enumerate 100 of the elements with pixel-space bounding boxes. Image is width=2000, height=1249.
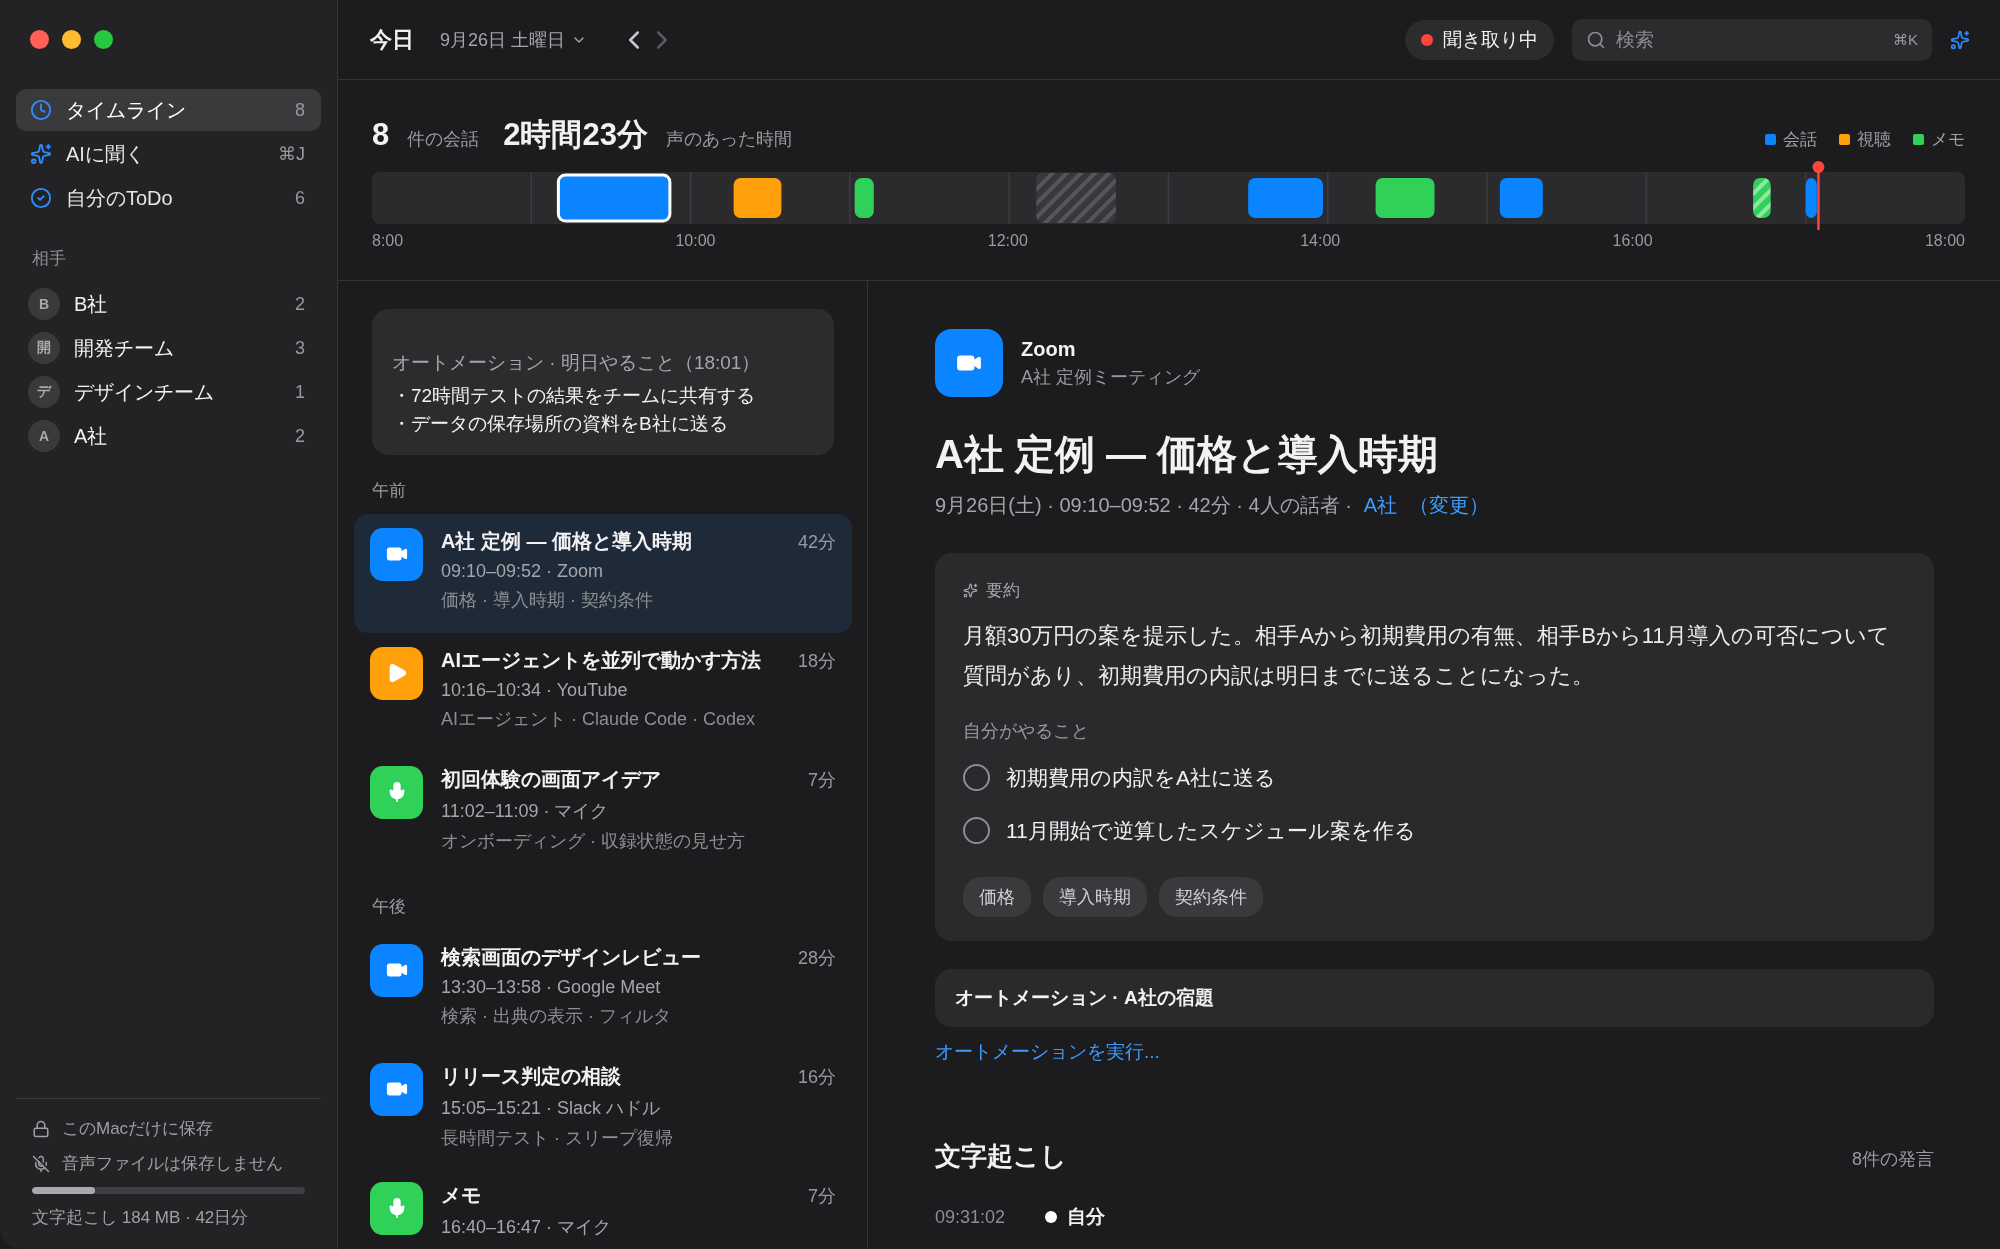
conversation-count: 8 [372, 117, 390, 153]
video-icon [370, 1062, 423, 1116]
summary-label: 要約 [986, 580, 1020, 602]
check-circle-icon [30, 187, 52, 209]
duration: 18分 [797, 649, 836, 673]
sidebar-item[interactable]: タイムライン 8 [16, 89, 321, 131]
timeline-segment[interactable] [1499, 178, 1543, 218]
sparkle-icon[interactable] [1950, 29, 1970, 50]
timestamp: 09:31:02 [935, 1206, 1006, 1228]
timeline-segment[interactable] [733, 178, 782, 218]
contact-item[interactable]: デ デザインチーム 1 [16, 370, 321, 414]
conversation-tags: AIエージェント · Claude Code · Codex [441, 706, 836, 731]
app-subtitle: A社 定例ミーティング [1021, 365, 1200, 389]
todo-checkbox[interactable] [963, 764, 990, 792]
search-icon [1586, 29, 1606, 50]
contact-item[interactable]: 開 開発チーム 3 [16, 326, 321, 370]
speaker-dot [1045, 1211, 1058, 1224]
search-field[interactable]: 検索 ⌘K [1572, 18, 1932, 61]
time-tick: 14:00 [1300, 232, 1341, 250]
automation-title: オートメーション · 明日やること（18:01） [392, 351, 762, 375]
sidebar-item[interactable]: AIに聞く ⌘J [16, 133, 321, 175]
conversation-title: A社 定例 — 価格と導入時期 [441, 528, 693, 554]
conversation-item[interactable]: A社 定例 — 価格と導入時期 42分 09:10–09:52 · Zoom 価格 · 導入時期 · 契約条件 [354, 513, 852, 633]
time-tick: 12:00 [987, 232, 1028, 250]
conversation-meta: 16:40–16:47 · マイク [441, 1215, 613, 1239]
stat-label: 件の会話 [407, 128, 480, 151]
conversation-meta: 10:16–10:34 · YouTube [441, 679, 629, 701]
conversation-meta: 11:02–11:09 · マイク [441, 799, 610, 823]
previous-button[interactable] [629, 30, 640, 49]
chevron-right-icon [657, 30, 668, 49]
microphone-icon [370, 1181, 423, 1235]
automation-card[interactable]: オートメーション · A社の宿題 [935, 969, 1934, 1028]
timeline-segment[interactable] [1753, 178, 1771, 218]
conversation-meta: 15:05–15:21 · Slack ハドル [441, 1096, 662, 1120]
page-title: 今日 [370, 25, 414, 54]
conversation-item[interactable]: AIエージェントを並列で動かす方法 18分 10:16–10:34 · YouTube AIエージェント · Claude Code · Codex [354, 632, 852, 752]
conversation-tags: 価格 · 導入時期 · 契約条件 [441, 587, 836, 612]
conversation-tags: オンボーディング · 収録状態の見せ方 [441, 828, 836, 853]
date-picker[interactable]: 9月26日 土曜日 [440, 27, 588, 52]
voice-duration: 2時間23分 [503, 116, 648, 154]
summary-text: 月額30万円の案を提示した。相手Aから初期費用の有無、相手Bから11月導入の可否について質問があり、初期費用の内訳は明日までに送ることになった。 [963, 622, 1891, 690]
conversation-title: 初回体験の画面アイデア [441, 766, 661, 792]
tag: 導入時期 [1043, 877, 1147, 918]
sidebar-item[interactable]: 自分のToDo 6 [16, 177, 321, 219]
todo-label: 初期費用の内訳をA社に送る [1006, 764, 1276, 791]
contact-link[interactable]: A社 [1363, 492, 1398, 519]
shortcut-hint: ⌘K [1893, 30, 1918, 49]
conversation-item[interactable]: 検索画面のデザインレビュー 28分 13:30–13:58 · Google Meet 検索 · 出典の表示 · フィルタ [354, 929, 852, 1049]
time-tick: 10:00 [675, 232, 716, 250]
avatar: デ [28, 376, 60, 408]
timeline-segment[interactable] [556, 173, 672, 223]
timeline-segment[interactable] [1375, 178, 1435, 218]
now-marker [1812, 161, 1825, 230]
automation-line: ・データの保存場所の資料をB社に送る [392, 412, 729, 436]
automation-line: ・72時間テストの結果をチームに共有する [392, 383, 757, 408]
legend-item: メモ [1913, 128, 1965, 151]
time-tick: 8:00 [372, 232, 404, 250]
speaker-name: 自分 [1067, 1205, 1106, 1230]
duration: 7分 [808, 1184, 836, 1208]
conversation-item[interactable]: 初回体験の画面アイデア 7分 11:02–11:09 · マイク オンボーディング · 収録状態の見せ方 [354, 751, 852, 871]
time-tick: 16:00 [1612, 232, 1653, 250]
app-name: Zoom [1021, 337, 1077, 361]
zoom-button[interactable] [94, 30, 113, 49]
search-input[interactable]: 検索 [1616, 28, 1883, 51]
duration: 28分 [797, 946, 836, 970]
avatar: A [28, 420, 60, 452]
todo-checkbox[interactable] [963, 817, 990, 845]
section-heading: 午前 [371, 479, 407, 502]
stat-label: 声のあった時間 [666, 128, 792, 151]
run-automation-link[interactable]: オートメーションを実行... [935, 1039, 1160, 1066]
contact-item[interactable]: B B社 2 [16, 282, 321, 326]
listening-indicator: 聞き取り中 [1405, 19, 1554, 60]
conversation-heading: A社 定例 — 価格と導入時期 [935, 431, 1440, 478]
close-button[interactable] [30, 30, 49, 49]
duration: 16分 [797, 1065, 836, 1089]
avatar: 開 [28, 332, 60, 364]
storage-note: 音声ファイルは保存しません [62, 1153, 283, 1175]
minimize-button[interactable] [62, 30, 81, 49]
conversation-tags: 検索 · 出典の表示 · フィルタ [441, 1003, 836, 1028]
time-tick: 18:00 [1924, 232, 1965, 250]
utterance-count: 8件の発言 [1852, 1148, 1934, 1172]
conversation-title: メモ [441, 1182, 481, 1208]
conversation-item[interactable]: リリース判定の相談 16分 15:05–15:21 · Slack ハドル 長時間テスト · スリープ復帰 [354, 1048, 852, 1168]
storage-note: このMacだけに保存 [62, 1118, 214, 1140]
section-heading: 午後 [371, 895, 407, 918]
tag: 価格 [963, 877, 1031, 918]
conversation-meta: 09:10–09:52 · Zoom [441, 560, 605, 582]
duration: 42分 [797, 530, 836, 554]
timeline-segment[interactable] [1805, 178, 1817, 218]
conversation-meta: 9月26日(土) · 09:10–09:52 · 42分 · 4人の話者 · [935, 493, 1352, 518]
sparkle-icon [963, 583, 978, 598]
conversation-title: AIエージェントを並列で動かす方法 [441, 647, 761, 673]
conversation-item[interactable]: メモ 7分 16:40–16:47 · マイク [354, 1167, 852, 1249]
video-icon [370, 527, 423, 581]
microphone-off-icon [32, 1154, 50, 1173]
transcript-heading: 文字起こし [935, 1140, 1067, 1174]
conversation-title: リリース判定の相談 [441, 1063, 621, 1089]
clock-icon [30, 99, 52, 121]
contact-item[interactable]: A A社 2 [16, 414, 321, 458]
change-link[interactable]: （変更） [1409, 492, 1490, 519]
